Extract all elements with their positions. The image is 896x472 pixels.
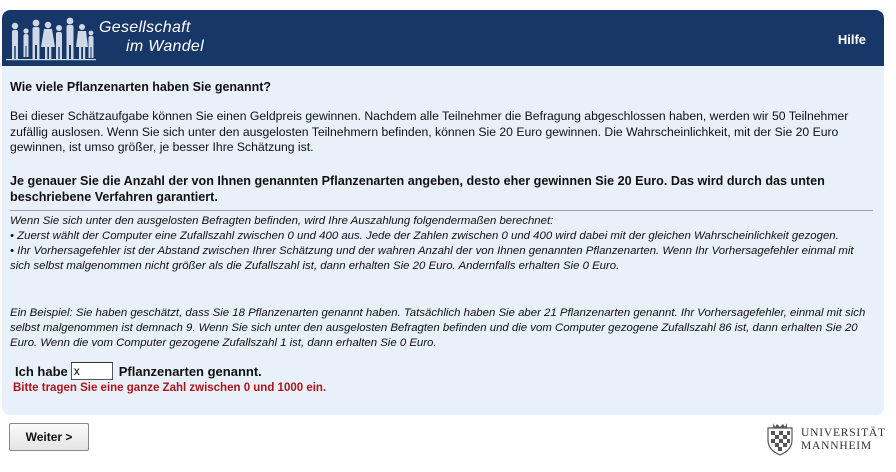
logo-title-line1: Gesellschaft bbox=[99, 19, 191, 36]
question-title: Wie viele Pflanzenarten haben Sie genann… bbox=[10, 80, 272, 94]
divider bbox=[10, 210, 873, 211]
rule-item-1: • Zuerst wählt der Computer eine Zufalls… bbox=[10, 230, 839, 242]
university-crest-icon bbox=[767, 423, 793, 456]
next-button[interactable]: Weiter > bbox=[9, 423, 89, 451]
rule-item-2: • Ihr Vorhersagefehler ist der Abstand z… bbox=[10, 245, 854, 272]
survey-panel: Gesellschaft im Wandel Hilfe bbox=[2, 10, 884, 415]
question-emphasis: Je genauer Sie die Anzahl der von Ihnen … bbox=[10, 174, 825, 204]
validation-error: Bitte tragen Sie eine ganze Zahl zwische… bbox=[13, 382, 327, 394]
people-silhouettes-logo-icon bbox=[6, 17, 96, 61]
plant-count-input[interactable] bbox=[70, 362, 113, 380]
answer-prefix: Ich habe bbox=[15, 363, 68, 379]
payout-rules: Wenn Sie sich unter den ausgelosten Befr… bbox=[10, 214, 875, 274]
answer-row: Ich habe Pflanzenarten genannt. bbox=[15, 361, 262, 381]
university-name-line1: UNIVERSITÄT bbox=[801, 427, 886, 439]
header-bar: Gesellschaft im Wandel Hilfe bbox=[2, 10, 884, 66]
university-logo: UNIVERSITÄT MANNHEIM bbox=[765, 422, 887, 456]
help-link[interactable]: Hilfe bbox=[838, 32, 866, 47]
example-text: Ein Beispiel: Sie haben geschätzt, dass … bbox=[10, 307, 866, 349]
answer-suffix: Pflanzenarten genannt. bbox=[118, 363, 262, 379]
question-intro: Bei dieser Schätzaufgabe können Sie eine… bbox=[10, 109, 849, 154]
logo-title-line2: im Wandel bbox=[126, 38, 204, 55]
rules-intro: Wenn Sie sich unter den ausgelosten Befr… bbox=[10, 215, 554, 227]
university-name-line2: MANNHEIM bbox=[801, 440, 872, 452]
